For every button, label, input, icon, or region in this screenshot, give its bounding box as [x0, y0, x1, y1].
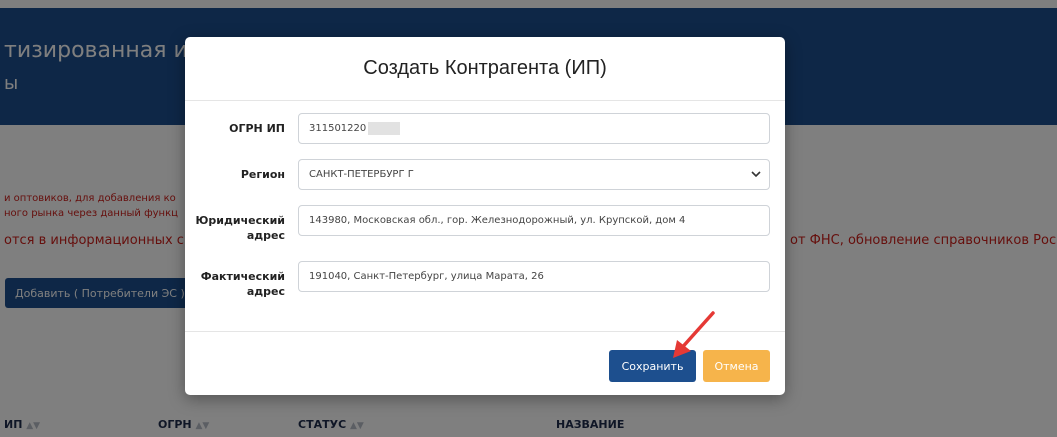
redacted-digits [368, 121, 401, 135]
ogrn-input[interactable]: 311501220 [298, 113, 770, 144]
legal-address-label: Юридический адрес [195, 214, 286, 242]
legal-address-input[interactable]: 143980, Московская обл., гор. Железнодор… [298, 205, 770, 236]
ogrn-value: 311501220 [309, 123, 367, 134]
modal-header: Создать Контрагента (ИП) [185, 37, 785, 101]
modal-title: Создать Контрагента (ИП) [363, 57, 607, 79]
chevron-down-icon [751, 171, 761, 178]
ogrn-label: ОГРН ИП [229, 122, 285, 135]
actual-address-input[interactable]: 191040, Санкт-Петербург, улица Марата, 2… [298, 261, 770, 292]
region-label: Регион [240, 168, 285, 181]
legal-address-value: 143980, Московская обл., гор. Железнодор… [309, 215, 686, 226]
red-arrow-icon [673, 311, 715, 358]
actual-address-value: 191040, Санкт-Петербург, улица Марата, 2… [309, 271, 544, 282]
actual-address-label: Фактический адрес [200, 270, 285, 298]
region-value: САНКТ-ПЕТЕРБУРГ Г [309, 169, 414, 180]
region-select[interactable]: САНКТ-ПЕТЕРБУРГ Г [298, 159, 770, 190]
